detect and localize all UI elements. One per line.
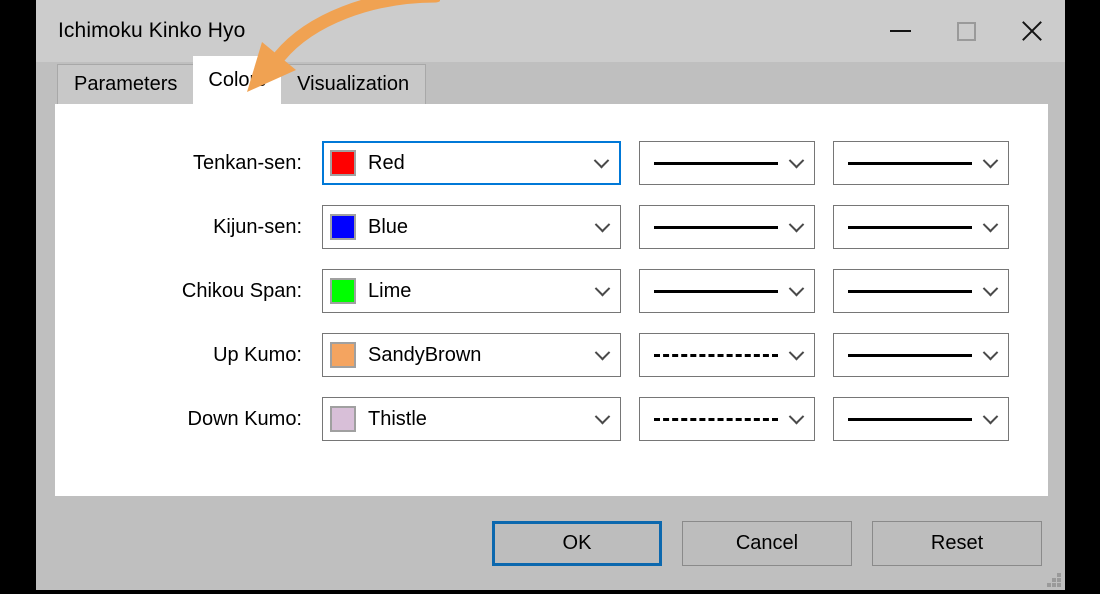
chevron-down-icon bbox=[588, 280, 616, 297]
chevron-down-icon bbox=[976, 280, 1004, 297]
maximize-button[interactable] bbox=[933, 0, 999, 62]
line-width-preview-kijun-sen bbox=[848, 225, 972, 229]
color-swatch-up-kumo bbox=[330, 342, 356, 368]
row-up-kumo: Up Kumo: SandyBrown bbox=[55, 330, 1048, 380]
line-width-select-kijun-sen[interactable] bbox=[833, 205, 1009, 249]
minimize-icon bbox=[889, 30, 911, 32]
tab-parameters[interactable]: Parameters bbox=[57, 64, 195, 104]
color-value-chikou-span: Lime bbox=[368, 279, 412, 302]
tab-parameters-label: Parameters bbox=[74, 73, 178, 95]
line-width-preview-tenkan-sen bbox=[848, 161, 972, 165]
label-chikou-span: Chikou Span: bbox=[181, 279, 302, 302]
line-width-select-down-kumo[interactable] bbox=[833, 397, 1009, 441]
color-select-kijun-sen[interactable]: Blue bbox=[322, 205, 621, 249]
color-select-chikou-span[interactable]: Lime bbox=[322, 269, 621, 313]
row-down-kumo: Down Kumo: Thistle bbox=[55, 394, 1048, 444]
cancel-button[interactable]: Cancel bbox=[682, 520, 852, 566]
chevron-down-icon bbox=[782, 280, 810, 297]
chevron-down-icon bbox=[587, 152, 615, 169]
colors-tab-page: Tenkan-sen: Red Kijun-sen: Blue Chikou S… bbox=[55, 104, 1048, 496]
line-style-preview-down-kumo bbox=[654, 417, 778, 421]
color-swatch-tenkan-sen bbox=[330, 150, 356, 176]
color-value-up-kumo: SandyBrown bbox=[368, 343, 482, 366]
reset-button[interactable]: Reset bbox=[872, 520, 1042, 566]
row-kijun-sen: Kijun-sen: Blue bbox=[55, 202, 1048, 252]
ichimoku-settings-dialog: Ichimoku Kinko Hyo Parameters Colors Vis… bbox=[36, 0, 1065, 590]
chevron-down-icon bbox=[976, 152, 1004, 169]
line-width-select-tenkan-sen[interactable] bbox=[833, 141, 1009, 185]
line-style-select-up-kumo[interactable] bbox=[639, 333, 815, 377]
chevron-down-icon bbox=[976, 216, 1004, 233]
chevron-down-icon bbox=[588, 344, 616, 361]
color-select-tenkan-sen[interactable]: Red bbox=[322, 141, 621, 185]
label-kijun-sen: Kijun-sen: bbox=[213, 215, 302, 238]
title-bar: Ichimoku Kinko Hyo bbox=[36, 0, 1065, 62]
resize-grip[interactable] bbox=[1047, 572, 1061, 587]
line-width-select-chikou-span[interactable] bbox=[833, 269, 1009, 313]
window-title: Ichimoku Kinko Hyo bbox=[58, 19, 246, 42]
color-value-kijun-sen: Blue bbox=[368, 215, 409, 238]
tab-visualization-label: Visualization bbox=[297, 73, 410, 95]
line-style-select-chikou-span[interactable] bbox=[639, 269, 815, 313]
chevron-down-icon bbox=[782, 408, 810, 425]
chevron-down-icon bbox=[782, 344, 810, 361]
chevron-down-icon bbox=[588, 408, 616, 425]
tab-visualization[interactable]: Visualization bbox=[280, 64, 427, 104]
tab-colors[interactable]: Colors bbox=[193, 56, 282, 104]
chevron-down-icon bbox=[976, 344, 1004, 361]
desktop-background: Ichimoku Kinko Hyo Parameters Colors Vis… bbox=[0, 0, 1100, 594]
label-up-kumo: Up Kumo: bbox=[213, 343, 302, 366]
row-tenkan-sen: Tenkan-sen: Red bbox=[55, 138, 1048, 188]
color-select-down-kumo[interactable]: Thistle bbox=[322, 397, 621, 441]
line-style-select-tenkan-sen[interactable] bbox=[639, 141, 815, 185]
line-width-preview-chikou-span bbox=[848, 289, 972, 293]
close-icon bbox=[1020, 19, 1044, 43]
line-style-preview-tenkan-sen bbox=[654, 161, 778, 165]
ok-button[interactable]: OK bbox=[492, 520, 662, 566]
label-tenkan-sen: Tenkan-sen: bbox=[193, 151, 302, 174]
label-down-kumo: Down Kumo: bbox=[187, 407, 303, 430]
color-swatch-down-kumo bbox=[330, 406, 356, 432]
color-swatch-kijun-sen bbox=[330, 214, 356, 240]
line-style-preview-up-kumo bbox=[654, 353, 778, 357]
color-swatch-chikou-span bbox=[330, 278, 356, 304]
maximize-icon bbox=[956, 21, 976, 41]
color-select-up-kumo[interactable]: SandyBrown bbox=[322, 333, 621, 377]
close-button[interactable] bbox=[999, 0, 1065, 62]
line-style-preview-kijun-sen bbox=[654, 225, 778, 229]
color-value-down-kumo: Thistle bbox=[368, 407, 427, 430]
line-width-preview-down-kumo bbox=[848, 417, 972, 421]
line-style-select-kijun-sen[interactable] bbox=[639, 205, 815, 249]
chevron-down-icon bbox=[782, 152, 810, 169]
line-style-select-down-kumo[interactable] bbox=[639, 397, 815, 441]
chevron-down-icon bbox=[782, 216, 810, 233]
row-chikou-span: Chikou Span: Lime bbox=[55, 266, 1048, 316]
line-width-select-up-kumo[interactable] bbox=[833, 333, 1009, 377]
chevron-down-icon bbox=[588, 216, 616, 233]
dialog-button-bar: OK Cancel Reset bbox=[36, 496, 1065, 590]
tab-strip: Parameters Colors Visualization bbox=[36, 56, 1065, 104]
minimize-button[interactable] bbox=[867, 0, 933, 62]
tab-colors-label: Colors bbox=[208, 69, 267, 91]
line-width-preview-up-kumo bbox=[848, 353, 972, 357]
line-style-preview-chikou-span bbox=[654, 289, 778, 293]
color-value-tenkan-sen: Red bbox=[368, 151, 405, 174]
chevron-down-icon bbox=[976, 408, 1004, 425]
